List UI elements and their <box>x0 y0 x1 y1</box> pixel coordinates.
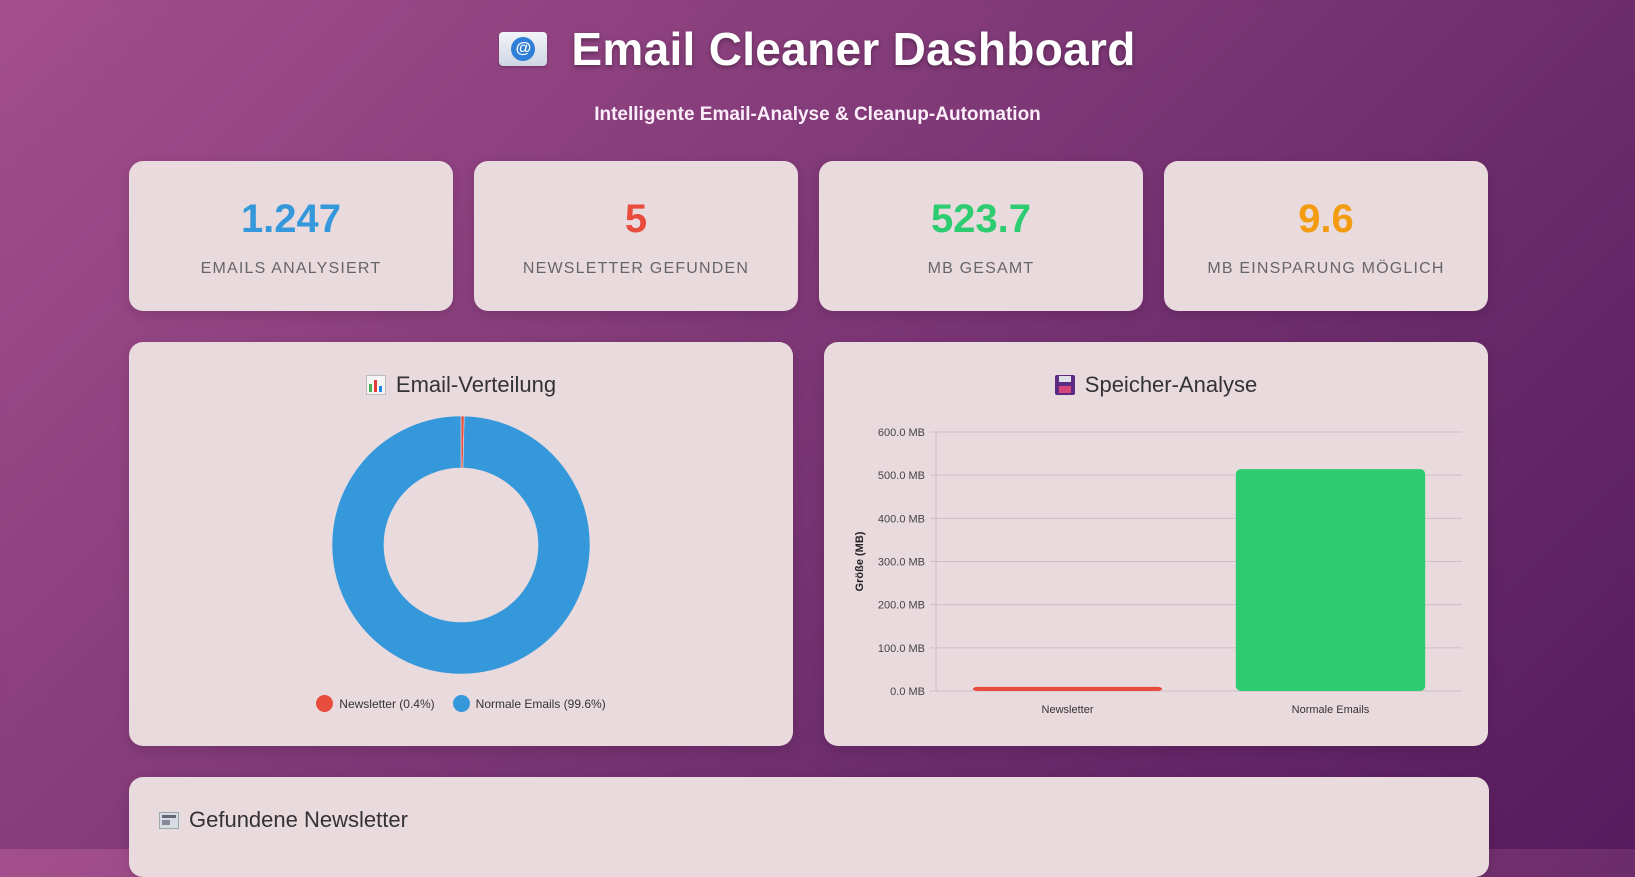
storage-analysis-panel: Speicher-Analyse 0.0 MB 100.0 MB 200.0 MB 3… <box>824 342 1488 746</box>
y-tick-label: 0.0 MB <box>890 686 925 698</box>
newsletter-list-panel: Gefundene Newsletter <box>129 777 1489 877</box>
donut-slice-normale-emails[interactable] <box>331 416 591 675</box>
stat-value: 9.6 <box>1298 197 1354 241</box>
y-tick-label: 500.0 MB <box>878 470 925 482</box>
stat-value: 5 <box>624 197 648 241</box>
stat-value: 523.7 <box>930 197 1032 241</box>
stat-card-emails-analyzed: 1.247 Emails analysiert <box>129 161 453 311</box>
y-axis-label: Größe (MB) <box>854 531 866 591</box>
legend-swatch <box>316 695 334 712</box>
page-title: Email Cleaner Dashboard <box>571 23 1136 75</box>
bar-newsletter[interactable] <box>972 686 1163 691</box>
legend-item-newsletter[interactable]: Newsletter (0.4%) <box>316 695 435 712</box>
x-tick-label: Normale Emails <box>1292 704 1370 716</box>
stat-value: 1.247 <box>240 197 342 241</box>
stat-card-newsletters-found: 5 Newsletter gefunden <box>474 161 798 311</box>
email-distribution-panel: Email-Verteilung Newsletter (0.4%) Norma… <box>129 342 793 746</box>
page-subtitle: Intelligente Email-Analyse & Cleanup-Aut… <box>594 104 1041 125</box>
stat-label: MB gesamt <box>927 260 1035 277</box>
title-row: @ Email Cleaner Dashboard <box>0 22 1635 76</box>
y-tick-label: 100.0 MB <box>878 643 925 655</box>
y-tick-label: 600.0 MB <box>878 427 925 439</box>
y-tick-label: 300.0 MB <box>878 557 925 569</box>
y-tick-label: 200.0 MB <box>878 600 925 612</box>
bar-normale-emails[interactable] <box>1235 469 1426 691</box>
storage-title: Speicher-Analyse <box>1084 372 1258 397</box>
x-tick-label: Newsletter <box>1042 704 1094 716</box>
storage-bar-chart: 0.0 MB 100.0 MB 200.0 MB 300.0 MB 400.0 MB 50… <box>854 427 1462 716</box>
email-at-icon: @ <box>499 32 548 66</box>
floppy-disk-icon <box>1054 375 1075 395</box>
panel-title: Email-Verteilung <box>129 372 793 398</box>
panel-title: Speicher-Analyse <box>824 372 1488 398</box>
distribution-title: Email-Verteilung <box>395 372 557 397</box>
newsletters-title: Gefundene Newsletter <box>189 807 408 832</box>
legend-label: Normale Emails (99.6%) <box>475 696 606 711</box>
legend-swatch <box>452 695 470 712</box>
newspaper-icon <box>159 811 179 829</box>
stat-label: MB Einsparung möglich <box>1207 260 1445 277</box>
bar-chart-icon <box>365 375 386 395</box>
stat-card-mb-savings: 9.6 MB Einsparung möglich <box>1164 161 1488 311</box>
stat-card-mb-total: 523.7 MB gesamt <box>819 161 1143 311</box>
stat-label: Newsletter gefunden <box>522 260 750 277</box>
y-tick-label: 400.0 MB <box>878 513 925 525</box>
legend-item-normal-emails[interactable]: Normale Emails (99.6%) <box>452 695 606 712</box>
chart-legend: Newsletter (0.4%) Normale Emails (99.6%) <box>129 695 793 712</box>
legend-label: Newsletter (0.4%) <box>339 696 435 711</box>
stat-label: Emails analysiert <box>200 260 382 277</box>
panel-title: Gefundene Newsletter <box>159 807 408 833</box>
